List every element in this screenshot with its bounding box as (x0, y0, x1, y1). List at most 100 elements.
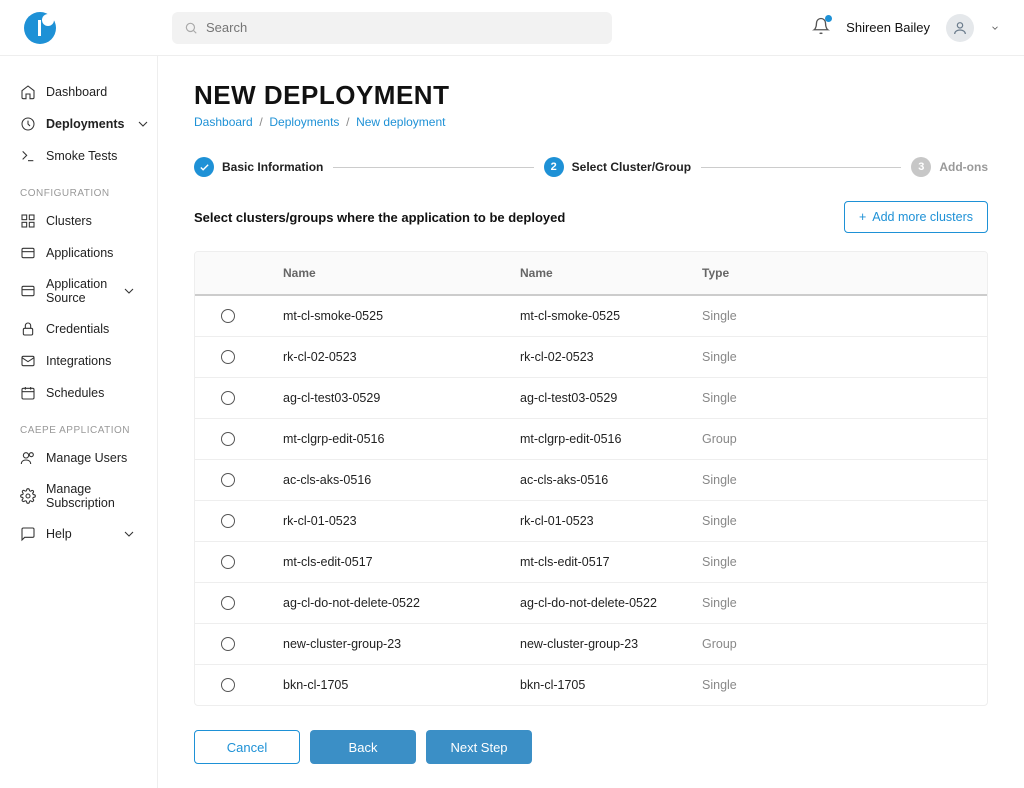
deploy-icon (20, 116, 36, 132)
mail-icon (20, 353, 36, 369)
cell-name-2: ag-cl-do-not-delete-0522 (520, 596, 702, 610)
radio-button[interactable] (221, 678, 235, 692)
search-box[interactable] (172, 12, 612, 44)
footer-buttons: Cancel Back Next Step (194, 730, 988, 764)
add-more-clusters-button[interactable]: + Add more clusters (844, 201, 988, 233)
table-row[interactable]: bkn-cl-1705bkn-cl-1705Single (195, 665, 987, 705)
breadcrumb-deployments[interactable]: Deployments (269, 115, 339, 129)
cell-name-2: mt-clgrp-edit-0516 (520, 432, 702, 446)
source-icon (20, 283, 36, 299)
chevron-down-icon (121, 526, 137, 542)
step-label: Basic Information (222, 160, 323, 174)
radio-button[interactable] (221, 555, 235, 569)
col-name-2: Name (520, 266, 702, 280)
sidebar-item-applications[interactable]: Applications (0, 237, 157, 269)
step-number: 3 (911, 157, 931, 177)
table-row[interactable]: rk-cl-01-0523rk-cl-01-0523Single (195, 501, 987, 542)
sidebar-item-application-source[interactable]: Application Source (0, 269, 157, 313)
sidebar-section-caepe: CAEPE APPLICATION (0, 409, 157, 442)
next-step-button[interactable]: Next Step (426, 730, 532, 764)
sidebar-item-deployments[interactable]: Deployments (0, 108, 157, 140)
sidebar-item-manage-users[interactable]: Manage Users (0, 442, 157, 474)
cell-name-2: bkn-cl-1705 (520, 678, 702, 692)
cell-type: Single (702, 555, 987, 569)
table-row[interactable]: mt-cls-edit-0517mt-cls-edit-0517Single (195, 542, 987, 583)
step-divider (701, 167, 901, 168)
table-row[interactable]: new-cluster-group-23new-cluster-group-23… (195, 624, 987, 665)
cell-name-2: ag-cl-test03-0529 (520, 391, 702, 405)
breadcrumb-dashboard[interactable]: Dashboard (194, 115, 253, 129)
sidebar-item-label: Applications (46, 246, 113, 260)
sidebar-item-smoke-tests[interactable]: Smoke Tests (0, 140, 157, 172)
chevron-down-icon (121, 283, 137, 299)
add-more-label: Add more clusters (872, 210, 973, 224)
calendar-icon (20, 385, 36, 401)
sidebar: Dashboard Deployments Smoke Tests CONFIG… (0, 56, 158, 788)
cell-name-2: rk-cl-01-0523 (520, 514, 702, 528)
chevron-down-icon[interactable] (990, 23, 1000, 33)
notifications-button[interactable] (812, 17, 830, 38)
sidebar-item-credentials[interactable]: Credentials (0, 313, 157, 345)
cell-type: Group (702, 432, 987, 446)
radio-button[interactable] (221, 309, 235, 323)
table-row[interactable]: ac-cls-aks-0516ac-cls-aks-0516Single (195, 460, 987, 501)
sidebar-item-label: Clusters (46, 214, 92, 228)
cell-name-2: mt-cls-edit-0517 (520, 555, 702, 569)
sidebar-item-dashboard[interactable]: Dashboard (0, 76, 157, 108)
sidebar-item-integrations[interactable]: Integrations (0, 345, 157, 377)
cell-name-1: ag-cl-do-not-delete-0522 (283, 596, 520, 610)
cell-type: Single (702, 514, 987, 528)
breadcrumb-new-deployment[interactable]: New deployment (356, 115, 445, 129)
radio-button[interactable] (221, 637, 235, 651)
avatar[interactable] (946, 14, 974, 42)
table-header: Name Name Type (195, 252, 987, 296)
step-basic-information[interactable]: Basic Information (194, 157, 323, 177)
back-button[interactable]: Back (310, 730, 416, 764)
users-icon (20, 450, 36, 466)
cell-name-1: bkn-cl-1705 (283, 678, 520, 692)
radio-button[interactable] (221, 514, 235, 528)
notification-dot-icon (825, 15, 832, 22)
apps-icon (20, 245, 36, 261)
cell-name-1: ac-cls-aks-0516 (283, 473, 520, 487)
step-addons[interactable]: 3 Add-ons (911, 157, 988, 177)
sidebar-item-label: Schedules (46, 386, 104, 400)
cell-type: Single (702, 309, 987, 323)
step-label: Select Cluster/Group (572, 160, 691, 174)
cell-name-1: mt-cls-edit-0517 (283, 555, 520, 569)
search-icon (184, 21, 198, 35)
sidebar-item-manage-subscription[interactable]: Manage Subscription (0, 474, 157, 518)
radio-button[interactable] (221, 432, 235, 446)
radio-button[interactable] (221, 350, 235, 364)
cell-name-2: mt-cl-smoke-0525 (520, 309, 702, 323)
sidebar-item-help[interactable]: Help (0, 518, 157, 550)
radio-button[interactable] (221, 473, 235, 487)
cancel-button[interactable]: Cancel (194, 730, 300, 764)
cell-name-2: ac-cls-aks-0516 (520, 473, 702, 487)
radio-button[interactable] (221, 596, 235, 610)
search-input[interactable] (206, 20, 600, 35)
table-row[interactable]: rk-cl-02-0523rk-cl-02-0523Single (195, 337, 987, 378)
cell-type: Single (702, 350, 987, 364)
table-row[interactable]: mt-clgrp-edit-0516mt-clgrp-edit-0516Grou… (195, 419, 987, 460)
table-row[interactable]: ag-cl-test03-0529ag-cl-test03-0529Single (195, 378, 987, 419)
step-select-cluster[interactable]: 2 Select Cluster/Group (544, 157, 691, 177)
check-icon (194, 157, 214, 177)
home-icon (20, 84, 36, 100)
sidebar-item-label: Help (46, 527, 72, 541)
terminal-icon (20, 148, 36, 164)
radio-button[interactable] (221, 391, 235, 405)
step-label: Add-ons (939, 160, 988, 174)
page-title: NEW DEPLOYMENT (194, 80, 988, 111)
chevron-down-icon (135, 116, 151, 132)
table-row[interactable]: ag-cl-do-not-delete-0522ag-cl-do-not-del… (195, 583, 987, 624)
chat-icon (20, 526, 36, 542)
table-row[interactable]: mt-cl-smoke-0525mt-cl-smoke-0525Single (195, 296, 987, 337)
sidebar-item-label: Manage Users (46, 451, 127, 465)
gear-icon (20, 488, 36, 504)
sidebar-item-schedules[interactable]: Schedules (0, 377, 157, 409)
sidebar-item-clusters[interactable]: Clusters (0, 205, 157, 237)
sidebar-item-label: Credentials (46, 322, 109, 336)
col-name-1: Name (283, 266, 520, 280)
cell-type: Single (702, 473, 987, 487)
